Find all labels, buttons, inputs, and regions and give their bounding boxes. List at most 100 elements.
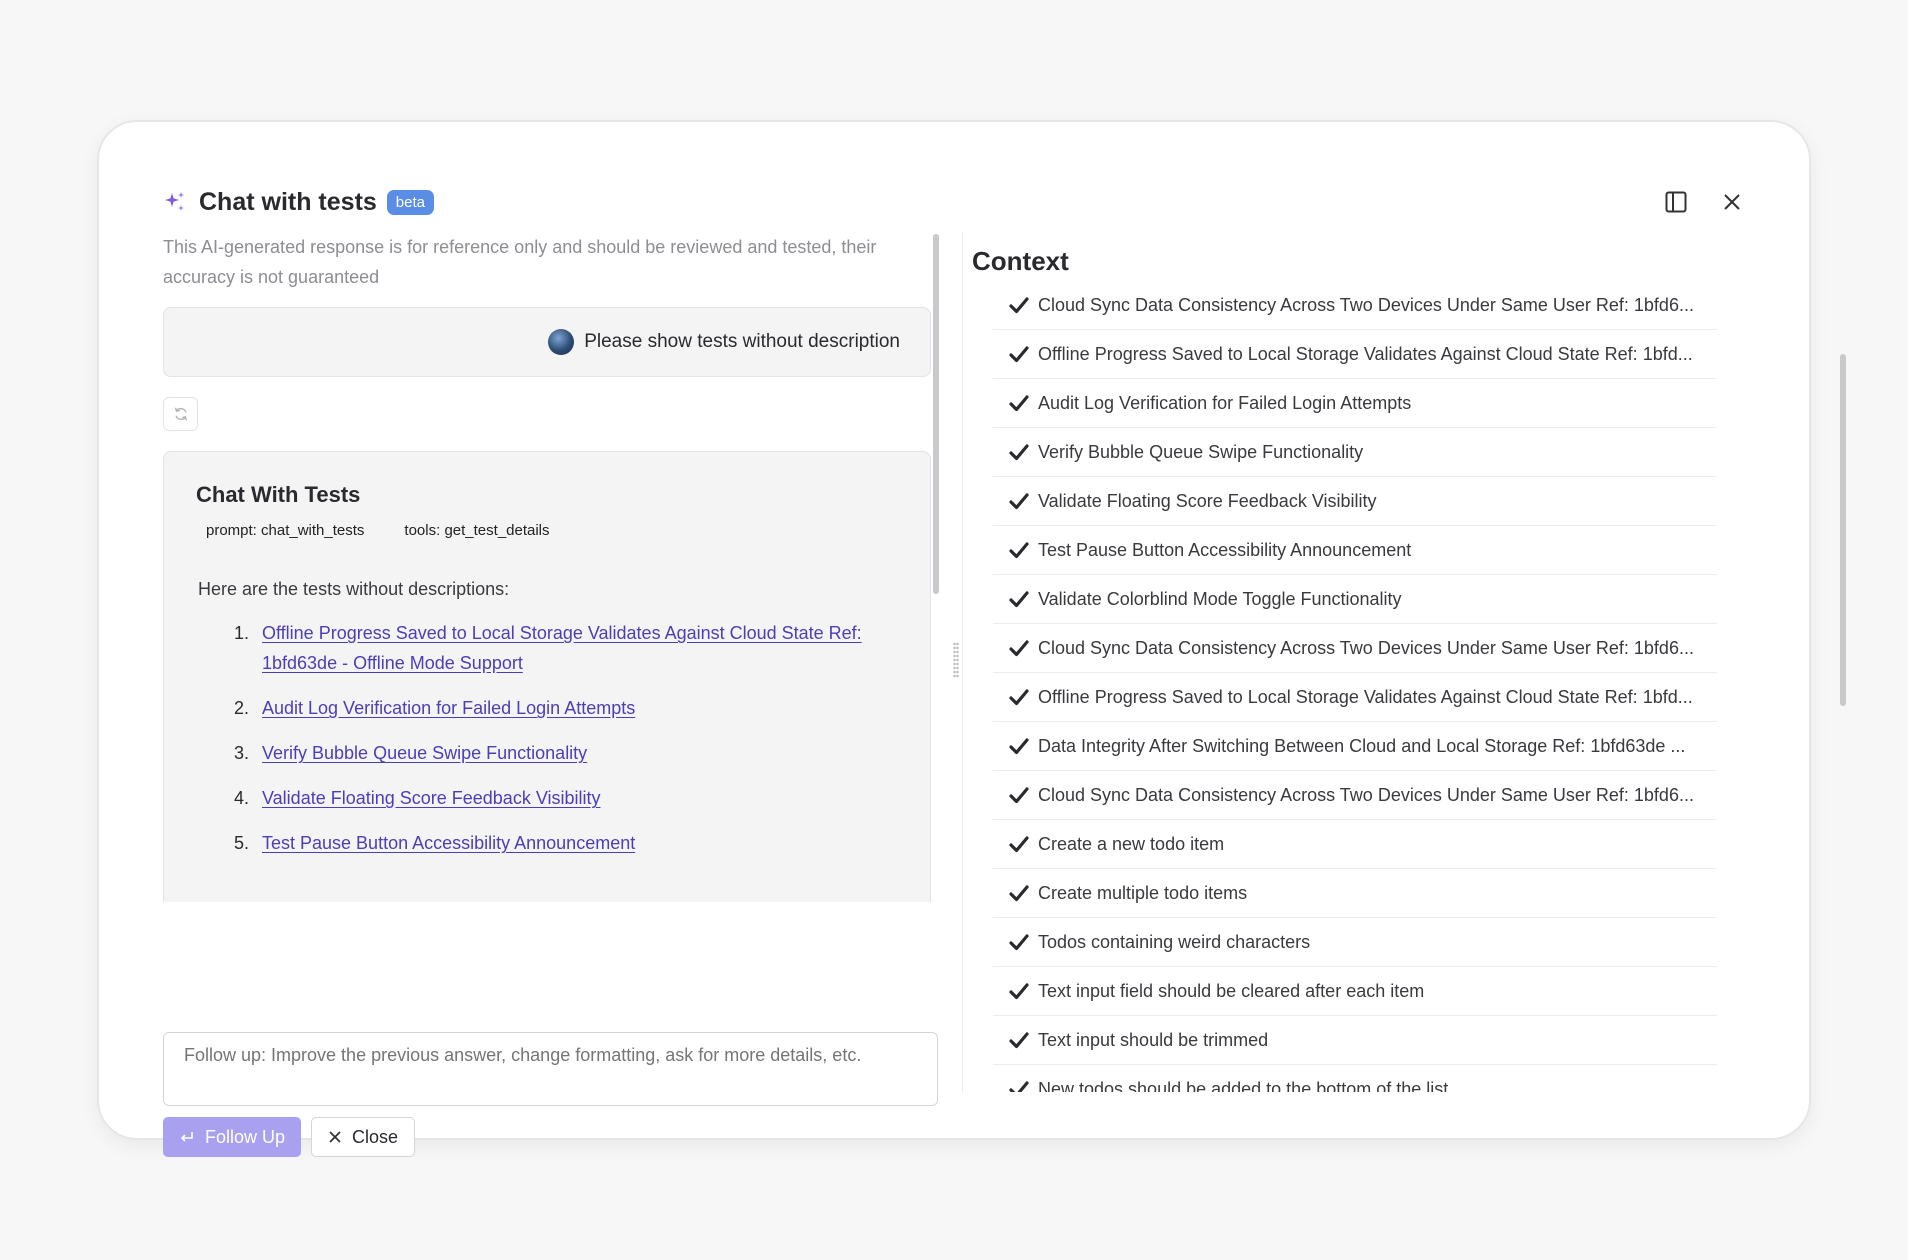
answer-test-list: 1. Offline Progress Saved to Local Storag… bbox=[196, 618, 898, 858]
assistant-answer: Chat With Tests prompt: chat_with_tests … bbox=[163, 451, 931, 902]
chat-with-tests-dialog: Chat with tests beta This AI-generated r… bbox=[97, 120, 1846, 1157]
checkmark-icon bbox=[1009, 297, 1029, 314]
resize-handle[interactable] bbox=[953, 642, 959, 678]
checkmark-icon bbox=[1009, 738, 1029, 755]
list-item: 4. Validate Floating Score Feedback Visib… bbox=[234, 783, 898, 813]
context-item[interactable]: Cloud Sync Data Consistency Across Two D… bbox=[993, 281, 1717, 330]
checkmark-icon bbox=[1009, 1032, 1029, 1049]
checkmark-icon bbox=[1009, 591, 1029, 608]
context-item-label: New todos should be added to the bottom … bbox=[1038, 1078, 1449, 1093]
context-scrollbar[interactable] bbox=[1840, 354, 1846, 706]
list-item: 2. Audit Log Verification for Failed Logi… bbox=[234, 693, 898, 723]
context-item[interactable]: Cloud Sync Data Consistency Across Two D… bbox=[993, 624, 1717, 673]
context-item-label: Offline Progress Saved to Local Storage … bbox=[1038, 343, 1693, 364]
list-item: 1. Offline Progress Saved to Local Storag… bbox=[234, 618, 898, 678]
header-actions bbox=[1663, 189, 1745, 215]
context-item[interactable]: Validate Colorblind Mode Toggle Function… bbox=[993, 575, 1717, 624]
checkmark-icon bbox=[1009, 493, 1029, 510]
test-link[interactable]: Verify Bubble Queue Swipe Functionality bbox=[262, 738, 587, 768]
prompt-tag: prompt: chat_with_tests bbox=[206, 522, 365, 539]
context-item[interactable]: Cloud Sync Data Consistency Across Two D… bbox=[993, 771, 1717, 820]
context-item-label: Offline Progress Saved to Local Storage … bbox=[1038, 686, 1693, 707]
context-item-label: Create multiple todo items bbox=[1038, 882, 1248, 903]
close-icon bbox=[1724, 194, 1740, 210]
checkmark-icon bbox=[1009, 346, 1029, 363]
checkmark-icon bbox=[1009, 395, 1029, 412]
context-item[interactable]: Verify Bubble Queue Swipe Functionality bbox=[993, 428, 1717, 477]
refresh-icon bbox=[174, 407, 187, 421]
context-item[interactable]: Test Pause Button Accessibility Announce… bbox=[993, 526, 1717, 575]
context-item-label: Cloud Sync Data Consistency Across Two D… bbox=[1038, 294, 1694, 315]
follow-up-actions: Follow Up Close bbox=[163, 1117, 416, 1157]
follow-up-button[interactable]: Follow Up bbox=[163, 1117, 302, 1157]
context-item[interactable]: Offline Progress Saved to Local Storage … bbox=[993, 673, 1717, 722]
context-item[interactable]: Audit Log Verification for Failed Login … bbox=[993, 379, 1717, 428]
test-link[interactable]: Offline Progress Saved to Local Storage … bbox=[262, 618, 898, 678]
checkmark-icon bbox=[1009, 787, 1029, 804]
checkmark-icon bbox=[1009, 836, 1029, 853]
context-item[interactable]: Todos containing weird characters bbox=[993, 918, 1717, 967]
dialog-title: Chat with tests bbox=[199, 187, 377, 216]
context-item-label: Audit Log Verification for Failed Login … bbox=[1038, 392, 1412, 413]
context-list: Cloud Sync Data Consistency Across Two D… bbox=[972, 281, 1717, 1092]
context-item[interactable]: Data Integrity After Switching Between C… bbox=[993, 722, 1717, 771]
context-item-label: Verify Bubble Queue Swipe Functionality bbox=[1038, 441, 1364, 462]
context-item-label: Todos containing weird characters bbox=[1038, 931, 1311, 952]
chat-scrollbar[interactable] bbox=[933, 234, 939, 594]
enter-icon bbox=[180, 1132, 193, 1142]
page-background: Chat with tests beta This AI-generated r… bbox=[0, 0, 1908, 1260]
context-item-label: Create a new todo item bbox=[1038, 833, 1225, 854]
close-button[interactable]: Close bbox=[311, 1117, 416, 1157]
context-item-label: Text input field should be cleared after… bbox=[1038, 980, 1425, 1001]
item-number: 1. bbox=[234, 623, 250, 643]
avatar bbox=[548, 329, 575, 355]
test-link[interactable]: Audit Log Verification for Failed Login … bbox=[262, 693, 635, 723]
context-item[interactable]: Text input should be trimmed bbox=[993, 1016, 1717, 1065]
chat-scroll-area[interactable]: This AI-generated response is for refere… bbox=[163, 232, 933, 902]
context-item[interactable]: New todos should be added to the bottom … bbox=[993, 1065, 1717, 1092]
item-number: 2. bbox=[234, 698, 250, 718]
test-link[interactable]: Test Pause Button Accessibility Announce… bbox=[262, 828, 635, 858]
context-item-label: Validate Floating Score Feedback Visibil… bbox=[1038, 490, 1377, 511]
follow-up-input[interactable] bbox=[163, 1032, 938, 1106]
chat-panel: This AI-generated response is for refere… bbox=[163, 232, 943, 1157]
item-number: 3. bbox=[234, 743, 250, 763]
context-item[interactable]: Create a new todo item bbox=[993, 820, 1717, 869]
item-number: 4. bbox=[234, 788, 250, 808]
checkmark-icon bbox=[1009, 689, 1029, 706]
close-label: Close bbox=[352, 1126, 399, 1147]
close-dialog-button[interactable] bbox=[1719, 189, 1745, 215]
context-item-label: Cloud Sync Data Consistency Across Two D… bbox=[1038, 784, 1694, 805]
item-number: 5. bbox=[234, 833, 250, 853]
answer-title: Chat With Tests bbox=[196, 482, 361, 507]
checkmark-icon bbox=[1009, 885, 1029, 902]
checkmark-icon bbox=[1009, 934, 1029, 951]
regenerate-button[interactable] bbox=[163, 397, 198, 431]
context-item[interactable]: Validate Floating Score Feedback Visibil… bbox=[993, 477, 1717, 526]
sparkle-icon bbox=[165, 192, 184, 211]
test-link[interactable]: Validate Floating Score Feedback Visibil… bbox=[262, 783, 601, 813]
close-icon bbox=[329, 1131, 341, 1143]
context-title: Context bbox=[972, 246, 1069, 276]
follow-up-label: Follow Up bbox=[205, 1126, 286, 1147]
context-item[interactable]: Create multiple todo items bbox=[993, 869, 1717, 918]
checkmark-icon bbox=[1009, 444, 1029, 461]
checkmark-icon bbox=[1009, 640, 1029, 657]
checkmark-icon bbox=[1009, 542, 1029, 559]
ai-disclaimer: This AI-generated response is for refere… bbox=[163, 237, 877, 287]
list-item: 3. Verify Bubble Queue Swipe Functionalit… bbox=[234, 738, 898, 768]
answer-intro: Here are the tests without descriptions: bbox=[198, 579, 510, 599]
context-item-label: Text input should be trimmed bbox=[1038, 1029, 1269, 1050]
dialog-header: Chat with tests beta bbox=[163, 182, 1745, 222]
context-panel: Context Cloud Sync Data Consistency Acro… bbox=[972, 232, 1752, 1092]
answer-meta: prompt: chat_with_tests tools: get_test_… bbox=[196, 522, 898, 539]
context-item-label: Test Pause Button Accessibility Announce… bbox=[1038, 539, 1412, 560]
context-item[interactable]: Text input field should be cleared after… bbox=[993, 967, 1717, 1016]
tools-tag: tools: get_test_details bbox=[404, 522, 550, 539]
sidebar-toggle-button[interactable] bbox=[1663, 189, 1689, 215]
sidebar-toggle-icon bbox=[1665, 191, 1687, 213]
checkmark-icon bbox=[1009, 983, 1029, 1000]
list-item: 5. Test Pause Button Accessibility Announ… bbox=[234, 828, 898, 858]
context-item[interactable]: Offline Progress Saved to Local Storage … bbox=[993, 330, 1717, 379]
user-message: Please show tests without description bbox=[163, 307, 931, 377]
